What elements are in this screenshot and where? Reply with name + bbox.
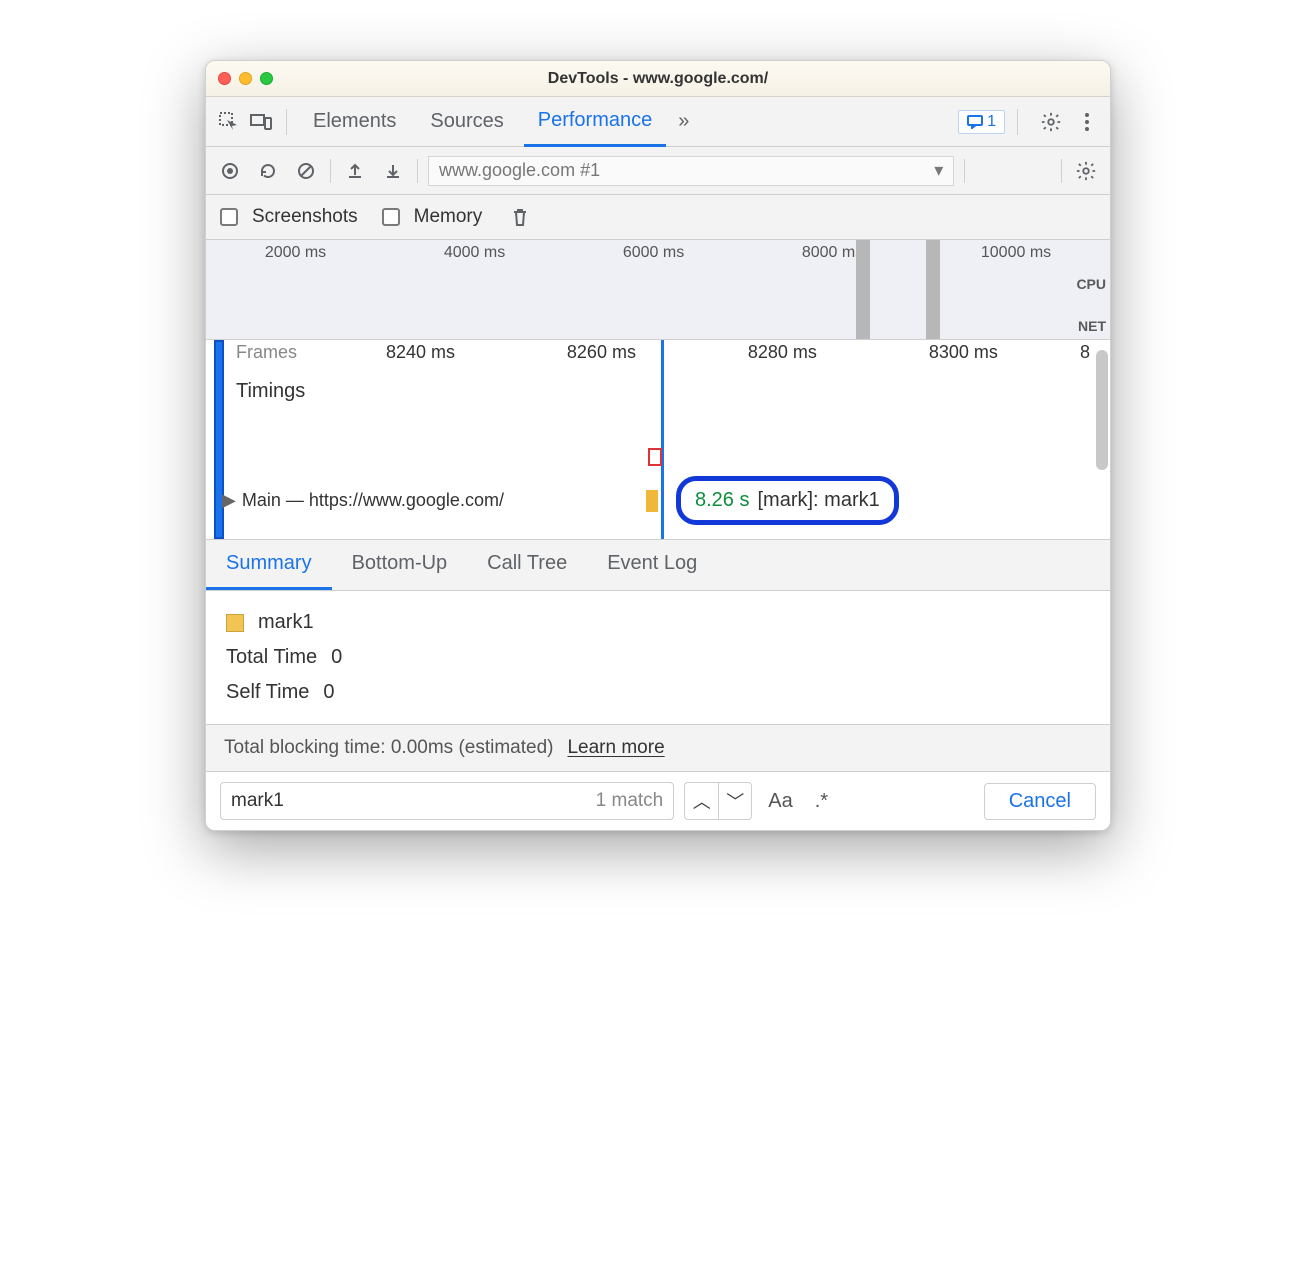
summary-panel: mark1 Total Time 0 Self Time 0 — [206, 591, 1110, 724]
capture-settings-icon[interactable] — [1072, 157, 1100, 185]
timings-label[interactable]: Timings — [236, 380, 305, 403]
search-input[interactable]: mark1 1 match — [220, 782, 674, 820]
tab-calltree[interactable]: Call Tree — [467, 540, 587, 590]
settings-icon[interactable] — [1038, 109, 1064, 135]
total-time-value: 0 — [331, 646, 342, 669]
main-tabs: Elements Sources Performance » 1 — [206, 97, 1110, 147]
overview-tick: 10000 ms — [981, 244, 1051, 262]
capture-options: Screenshots Memory — [206, 195, 1110, 240]
self-time-value: 0 — [323, 681, 334, 704]
main-thread-row[interactable]: ▶ Main — https://www.google.com/ — [222, 490, 1110, 511]
scrollbar-thumb[interactable] — [1096, 350, 1108, 470]
overview-tick: 6000 ms — [623, 244, 684, 262]
kebab-icon[interactable] — [1074, 109, 1100, 135]
memory-label: Memory — [414, 206, 483, 228]
chevron-down-icon: ▾ — [934, 160, 943, 181]
messages-count: 1 — [987, 113, 996, 131]
expand-icon[interactable]: ▶ — [222, 490, 236, 511]
performance-toolbar: www.google.com #1 ▾ — [206, 147, 1110, 195]
net-label: NET — [1078, 318, 1106, 334]
learn-more-link[interactable]: Learn more — [567, 737, 664, 759]
search-value: mark1 — [231, 790, 284, 812]
event-color-swatch — [226, 614, 244, 632]
screenshots-checkbox[interactable] — [220, 208, 238, 226]
mark-tooltip: 8.26 s [mark]: mark1 — [676, 476, 899, 525]
search-prev-icon[interactable]: ︿ — [684, 782, 718, 820]
tab-eventlog[interactable]: Event Log — [587, 540, 717, 590]
search-bar: mark1 1 match ︿ ﹀ Aa .* Cancel — [206, 771, 1110, 830]
overview-ticks: 2000 ms 4000 ms 6000 ms 8000 ms 10000 ms — [206, 240, 1110, 262]
flame-tick: 8260 ms — [511, 342, 692, 363]
inspect-icon[interactable] — [216, 109, 242, 135]
more-tabs[interactable]: » — [672, 110, 695, 133]
flame-tick: 8240 ms — [330, 342, 511, 363]
overview-tick: 4000 ms — [444, 244, 505, 262]
cpu-label: CPU — [1076, 276, 1106, 292]
memory-checkbox[interactable] — [382, 208, 400, 226]
messages-badge[interactable]: 1 — [958, 110, 1005, 134]
overview-cursor[interactable] — [926, 240, 940, 339]
download-icon[interactable] — [379, 157, 407, 185]
screenshots-label: Screenshots — [252, 206, 358, 228]
device-icon[interactable] — [248, 109, 274, 135]
recording-select[interactable]: www.google.com #1 ▾ — [428, 156, 954, 186]
event-name: mark1 — [258, 611, 314, 634]
mark-text: [mark]: mark1 — [757, 489, 879, 512]
flame-tick: 8300 ms — [873, 342, 1054, 363]
tab-elements[interactable]: Elements — [299, 97, 410, 147]
cancel-button[interactable]: Cancel — [984, 783, 1096, 820]
flame-tick: 8280 ms — [692, 342, 873, 363]
main-thread-label: Main — https://www.google.com/ — [242, 490, 504, 511]
search-nav: ︿ ﹀ — [684, 782, 752, 820]
upload-icon[interactable] — [341, 157, 369, 185]
blocking-text: Total blocking time: 0.00ms (estimated) — [224, 737, 553, 759]
search-matches: 1 match — [596, 790, 664, 812]
tab-sources[interactable]: Sources — [416, 97, 517, 147]
window-title: DevTools - www.google.com/ — [206, 70, 1110, 88]
reload-icon[interactable] — [254, 157, 282, 185]
message-icon — [967, 115, 983, 129]
case-toggle[interactable]: Aa — [762, 790, 798, 813]
tab-performance[interactable]: Performance — [524, 97, 667, 147]
tab-bottomup[interactable]: Bottom-Up — [332, 540, 468, 590]
total-time-label: Total Time — [226, 646, 317, 669]
detail-tabs: Summary Bottom-Up Call Tree Event Log — [206, 540, 1110, 591]
flamechart[interactable]: Frames 8240 ms 8260 ms 8280 ms 8300 ms 8… — [206, 340, 1110, 540]
recording-label: www.google.com #1 — [439, 160, 600, 181]
overview-panel[interactable]: 2000 ms 4000 ms 6000 ms 8000 ms 10000 ms… — [206, 240, 1110, 340]
clear-icon[interactable] — [292, 157, 320, 185]
frames-label: Frames — [236, 342, 297, 363]
regex-toggle[interactable]: .* — [809, 790, 834, 813]
timing-marker[interactable] — [648, 448, 662, 466]
blocking-footer: Total blocking time: 0.00ms (estimated) … — [206, 724, 1110, 771]
overview-selection[interactable] — [856, 240, 870, 339]
overview-tick: 2000 ms — [265, 244, 326, 262]
overview-tick: 8000 ms — [802, 244, 863, 262]
trash-icon[interactable] — [506, 203, 534, 231]
mark-time: 8.26 s — [695, 489, 749, 512]
titlebar: DevTools - www.google.com/ — [206, 61, 1110, 97]
flame-ticks: 8240 ms 8260 ms 8280 ms 8300 ms 8 — [330, 342, 1090, 363]
tab-summary[interactable]: Summary — [206, 540, 332, 590]
self-time-label: Self Time — [226, 681, 309, 704]
record-icon[interactable] — [216, 157, 244, 185]
search-next-icon[interactable]: ﹀ — [718, 782, 752, 820]
devtools-window: DevTools - www.google.com/ Elements Sour… — [205, 60, 1111, 831]
flame-tick: 8 — [1054, 342, 1090, 363]
